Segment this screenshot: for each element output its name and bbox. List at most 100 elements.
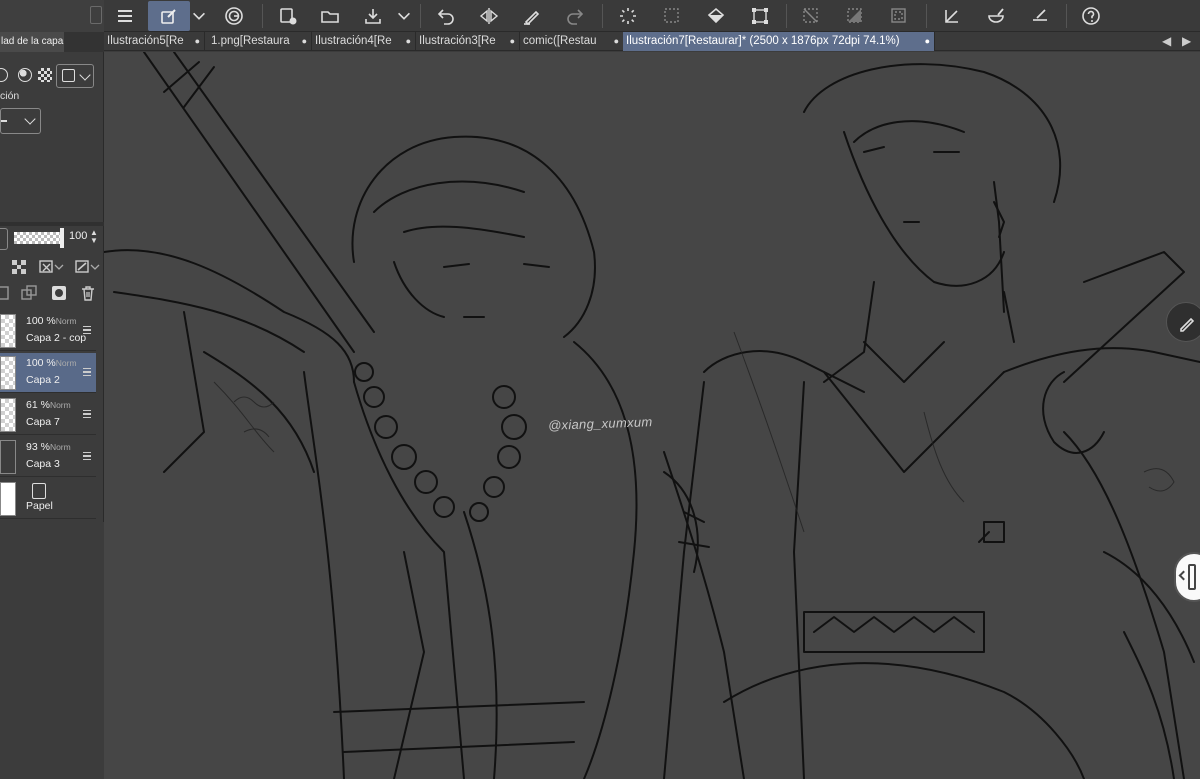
document-tab-label: Ilustración3[Re <box>419 35 496 47</box>
document-tab[interactable]: 1.png[Restaura ● <box>208 32 312 51</box>
clip-studio-window: lad de la capa ción 100 ▲ ▼ 100 %Norm Ca… <box>0 0 1200 779</box>
layer-name: Capa 2 - cop <box>26 332 86 344</box>
effect-dropdown[interactable] <box>56 64 94 88</box>
undo-icon[interactable] <box>433 3 459 29</box>
layer-opacity-value: 93 % <box>26 441 50 453</box>
panel-tab-layer-property[interactable]: lad de la capa <box>0 32 64 52</box>
layer-name: Capa 3 <box>26 458 60 470</box>
new-layer-partial-icon[interactable] <box>0 282 14 304</box>
help-icon[interactable] <box>1078 3 1104 29</box>
tab-modified-dot: ● <box>509 36 515 46</box>
open-folder-icon[interactable] <box>317 3 343 29</box>
opacity-slider[interactable] <box>14 232 62 244</box>
layer-row[interactable]: 61 %Norm Capa 7 <box>0 395 96 435</box>
fill-icon[interactable] <box>703 3 729 29</box>
save-tray-icon[interactable] <box>360 3 386 29</box>
drag-handle-icon[interactable] <box>83 368 91 376</box>
layer-opacity: 100 %Norm <box>26 315 77 327</box>
floating-pen-button[interactable] <box>1166 302 1200 342</box>
dropdown-chevron-icon[interactable] <box>190 3 208 29</box>
panel-bar-icon <box>1188 564 1196 590</box>
transform-icon[interactable] <box>747 3 773 29</box>
layer-opacity-value: 100 % <box>26 357 56 369</box>
pen-edit-icon[interactable] <box>1027 3 1053 29</box>
pen-icon[interactable] <box>519 3 545 29</box>
document-tab-label: Ilustración5[Re <box>107 35 184 47</box>
layer-opacity: 100 %Norm <box>26 357 77 369</box>
menu-icon[interactable] <box>112 3 138 29</box>
document-tab[interactable]: Ilustración4[Re ● <box>312 32 416 51</box>
layer-property-icon <box>161 9 176 24</box>
layer-color-icon <box>62 69 75 82</box>
layer-list-empty-area <box>0 522 104 779</box>
chevron-down-icon <box>24 113 36 125</box>
blend-mode-select[interactable] <box>0 228 8 250</box>
layer-name: Capa 2 <box>26 374 60 386</box>
invert-selection-icon[interactable] <box>842 3 868 29</box>
chevron-down-icon <box>79 69 91 81</box>
lock-transparency-icon[interactable] <box>8 256 30 278</box>
brush-icon[interactable] <box>983 3 1009 29</box>
expression-color-label: ción <box>0 90 20 102</box>
layer-blend-mode: Norm <box>55 358 77 368</box>
chevron-left-icon <box>1178 570 1189 581</box>
layer-mask-icon[interactable] <box>48 282 70 304</box>
layer-row[interactable]: 100 %Norm Capa 2 <box>0 353 96 393</box>
drag-handle-icon[interactable] <box>83 452 91 460</box>
tab-modified-dot: ● <box>924 36 930 46</box>
toolbar-separator <box>786 4 787 28</box>
tone-effect-icon[interactable] <box>38 68 52 82</box>
selection-icon[interactable] <box>659 3 685 29</box>
document-tab-label: comic([Restau <box>523 35 597 47</box>
chevron-down-icon[interactable] <box>54 256 64 278</box>
panel-toggle-button[interactable] <box>1174 552 1200 602</box>
drawing-canvas[interactable]: @xiang_xumxum <box>104 52 1200 779</box>
opacity-row: 100 ▲ ▼ <box>0 228 104 250</box>
copy-layer-icon[interactable] <box>18 282 40 304</box>
layer-blend-mode: Norm <box>49 400 71 410</box>
panel-edge-button[interactable] <box>90 6 102 24</box>
layer-name: Papel <box>26 500 53 512</box>
chevron-down-icon[interactable] <box>90 256 100 278</box>
ruler-icon[interactable] <box>939 3 965 29</box>
layer-actions-row <box>0 282 104 306</box>
layer-blend-mode: Norm <box>49 442 71 452</box>
layer-thumbnail <box>0 482 16 516</box>
document-tab-label: Ilustración7[Restaurar]* (2500 x 1876px … <box>626 35 900 47</box>
document-tab-active[interactable]: Ilustración7[Restaurar]* (2500 x 1876px … <box>623 32 935 51</box>
document-tab-label: 1.png[Restaura <box>211 35 290 47</box>
tab-scroll-right-icon[interactable]: ▶ <box>1182 34 1191 48</box>
tab-modified-dot: ● <box>613 36 619 46</box>
toolbar-separator <box>262 4 263 28</box>
spiral-icon[interactable] <box>221 3 247 29</box>
loading-icon[interactable] <box>615 3 641 29</box>
effect-row <box>0 64 96 88</box>
drag-handle-icon[interactable] <box>83 326 91 334</box>
new-layer-icon[interactable] <box>275 3 301 29</box>
layer-property-button[interactable] <box>148 1 190 31</box>
opacity-slider-handle[interactable] <box>60 228 64 248</box>
layer-opacity-value: 100 % <box>26 315 56 327</box>
tab-scroll-left-icon[interactable]: ◀ <box>1162 34 1171 48</box>
ring-effect-icon[interactable] <box>18 68 32 82</box>
layer-row[interactable]: 93 %Norm Capa 3 <box>0 437 96 477</box>
selection-frame-icon[interactable] <box>886 3 912 29</box>
layer-row[interactable]: Papel <box>0 479 96 519</box>
layer-row[interactable]: 100 %Norm Capa 2 - cop <box>0 311 96 351</box>
document-tab[interactable]: Ilustración3[Re ● <box>416 32 520 51</box>
opacity-spinner[interactable]: ▲ ▼ <box>90 229 98 245</box>
trash-icon[interactable] <box>77 282 99 304</box>
expression-color-select[interactable] <box>0 108 41 134</box>
drag-handle-icon[interactable] <box>83 410 91 418</box>
document-tab[interactable]: Ilustración5[Re ● <box>104 32 205 51</box>
toolbar-separator <box>1066 4 1067 28</box>
paper-icon <box>32 483 46 499</box>
redo-icon[interactable] <box>562 3 588 29</box>
toolbar-separator <box>926 4 927 28</box>
circle-effect-icon[interactable] <box>0 68 8 82</box>
flip-horizontal-icon[interactable] <box>476 3 502 29</box>
document-tab[interactable]: comic([Restau ● <box>520 32 624 51</box>
save-dropdown-icon[interactable] <box>395 3 413 29</box>
opacity-value[interactable]: 100 <box>69 230 87 242</box>
deselect-icon[interactable] <box>798 3 824 29</box>
